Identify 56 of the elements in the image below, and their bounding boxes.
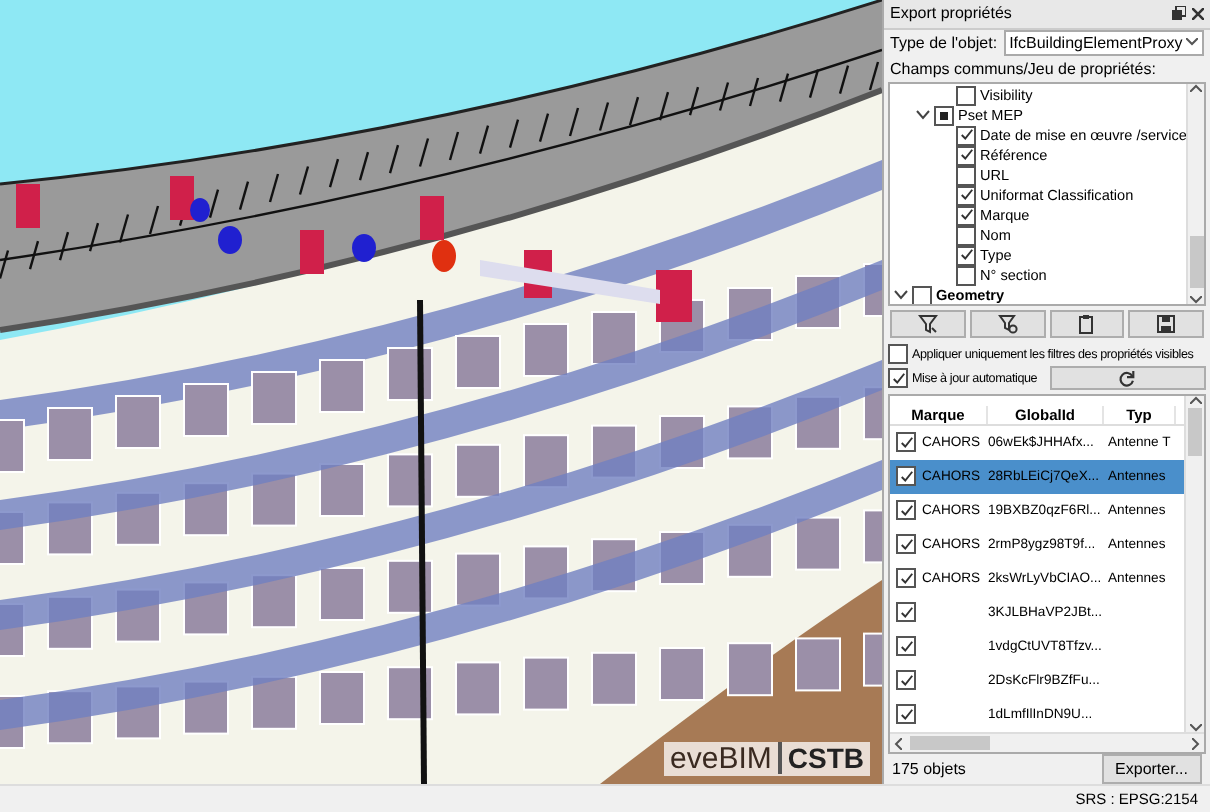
scroll-down-icon[interactable] [1190, 296, 1203, 305]
checkbox[interactable] [956, 165, 976, 186]
scroll-up-icon[interactable] [1189, 396, 1201, 405]
object-type-dropdown[interactable]: IfcBuildingElementProxy [1003, 29, 1204, 56]
checkbox[interactable] [956, 225, 976, 246]
toolbar-button[interactable] [1128, 310, 1204, 339]
checkbox[interactable] [896, 568, 916, 589]
toolbar-button[interactable] [1049, 310, 1125, 339]
panel-title: Export propriétés [890, 4, 1012, 23]
filter-icon [917, 314, 938, 335]
scrollbar[interactable] [890, 732, 1204, 752]
clipboard-icon [1076, 314, 1097, 335]
scrollbar-thumb[interactable] [1188, 408, 1202, 457]
checkbox[interactable] [888, 344, 908, 365]
scrollbar[interactable] [1184, 396, 1204, 732]
checkbox[interactable] [912, 285, 932, 305]
checkbox[interactable] [888, 368, 908, 389]
refresh-button[interactable] [1049, 366, 1206, 391]
checkbox[interactable] [934, 105, 954, 126]
checkbox[interactable] [956, 145, 976, 166]
checkbox[interactable] [956, 245, 976, 266]
app-logo: eveBIM CSTB [664, 742, 870, 776]
chevron-down-icon[interactable] [916, 110, 930, 121]
refresh-icon [1118, 369, 1137, 388]
save-icon [1156, 314, 1177, 335]
checkbox[interactable] [956, 125, 976, 146]
checkbox[interactable] [896, 670, 916, 691]
toolbar-button[interactable] [890, 310, 966, 339]
filter-remove-icon [997, 314, 1018, 335]
export-button[interactable]: Exporter... [1101, 754, 1202, 784]
checkbox[interactable] [896, 636, 916, 657]
scroll-right-icon[interactable] [1192, 737, 1200, 749]
checkbox[interactable] [896, 500, 916, 521]
scrollbar-thumb[interactable] [910, 736, 990, 750]
checkbox[interactable] [956, 205, 976, 226]
section-label: Champs communs/Jeu de propriétés: [890, 59, 1156, 78]
scrollbar[interactable] [1186, 83, 1204, 305]
float-icon[interactable] [1172, 6, 1186, 21]
checkbox[interactable] [896, 432, 916, 453]
checkbox[interactable] [896, 534, 916, 555]
checkbox[interactable] [896, 602, 916, 623]
scrollbar-thumb[interactable] [1189, 236, 1204, 289]
checkbox[interactable] [896, 704, 916, 725]
scroll-down-icon[interactable] [1189, 724, 1201, 732]
scroll-up-icon[interactable] [1190, 83, 1203, 92]
checkbox[interactable] [896, 466, 916, 487]
chevron-down-icon[interactable] [894, 290, 908, 301]
field-label: Type de l'objet: [890, 33, 998, 52]
chevron-down-icon [1186, 38, 1198, 47]
checkbox[interactable] [956, 185, 976, 206]
close-icon[interactable] [1192, 7, 1204, 20]
toolbar-button[interactable] [969, 310, 1045, 339]
checkbox[interactable] [956, 265, 976, 286]
checkbox[interactable] [956, 85, 976, 106]
scroll-left-icon[interactable] [894, 737, 902, 749]
object-count: 175 objets [892, 760, 966, 778]
